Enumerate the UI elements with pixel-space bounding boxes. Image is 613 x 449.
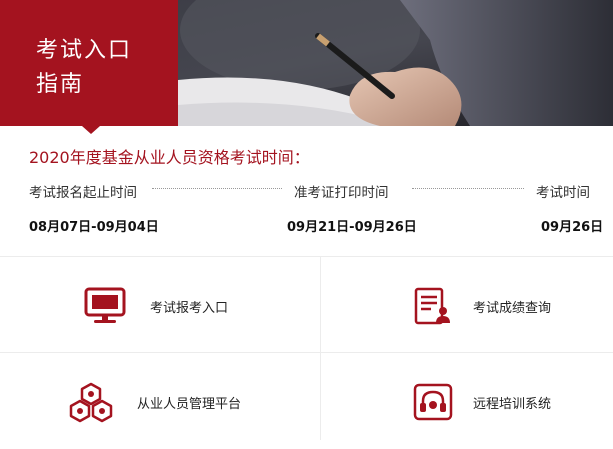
step-date-exam: 09月26日 <box>541 220 604 235</box>
exam-registration-label: 考试报考入口 <box>150 301 229 316</box>
step-connector <box>152 188 282 189</box>
step-label-admission-ticket: 准考证打印时间 <box>294 185 389 201</box>
remote-training-label: 远程培训系统 <box>473 397 552 412</box>
schedule-title: 2020年度基金从业人员资格考试时间： <box>29 148 310 167</box>
exam-score-query-label: 考试成绩查询 <box>473 301 552 316</box>
cubes-icon <box>69 382 113 423</box>
remote-training-link[interactable]: 远程培训系统 <box>321 353 613 449</box>
remote-training-icon <box>413 383 453 421</box>
exam-registration-link[interactable]: 考试报考入口 <box>0 257 320 353</box>
guide-title-line1: 考试入口 <box>36 38 133 63</box>
guide-pointer-arrow <box>82 126 100 134</box>
step-connector <box>412 188 524 189</box>
practitioner-platform-label: 从业人员管理平台 <box>137 397 242 412</box>
monitor-icon <box>84 287 126 323</box>
step-label-registration: 考试报名起止时间 <box>29 185 137 201</box>
step-label-exam: 考试时间 <box>536 185 590 201</box>
step-date-registration: 08月07日-09月04日 <box>29 220 159 235</box>
step-date-admission-ticket: 09月21日-09月26日 <box>287 220 417 235</box>
guide-title-line2: 指南 <box>36 72 85 97</box>
score-report-icon <box>414 287 450 325</box>
banner: 考试入口 指南 <box>0 0 613 126</box>
exam-guide-panel: 考试入口 指南 <box>0 0 178 126</box>
practitioner-platform-link[interactable]: 从业人员管理平台 <box>0 353 320 449</box>
exam-score-query-link[interactable]: 考试成绩查询 <box>321 257 613 353</box>
